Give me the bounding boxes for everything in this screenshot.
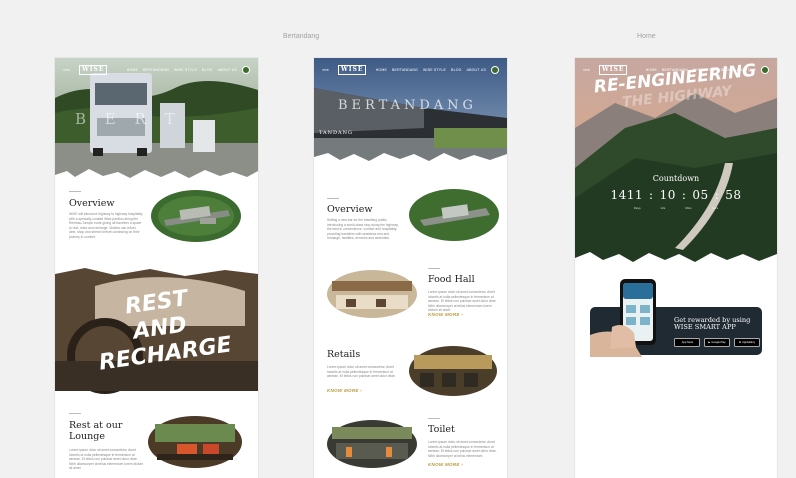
retails-text: Lorem ipsum dolor sit amet consectetur. …: [327, 365, 396, 379]
nav-item-home[interactable]: HOME: [646, 68, 657, 72]
nav-item-home[interactable]: HOME: [376, 68, 387, 72]
artboard-home: RE-ENGINEERING THE HIGHWAY Countdown 141…: [575, 58, 777, 478]
countdown-days: 1411: [610, 188, 644, 202]
retails-know-more-link[interactable]: KNOW MORE ›: [327, 388, 362, 393]
lounge-title: Rest at our Lounge: [69, 420, 123, 442]
torn-edge-divider: [314, 153, 507, 166]
nav-item-blog[interactable]: BLOG: [451, 68, 462, 72]
countdown-title: Countdown: [652, 174, 700, 183]
countdown-minutes: 05: [692, 188, 709, 202]
nav-item-wise-style[interactable]: WISE STYLE: [693, 68, 716, 72]
store-badges: App Store ▶ Google Play ✿ AppGallery: [674, 338, 760, 347]
section-rule: [428, 268, 440, 269]
nav-item-blog[interactable]: BLOG: [202, 68, 213, 72]
artboard-bertandang-2: BERTANDANG TANDANG THE WISE HOME BERTAND…: [314, 58, 507, 478]
countdown-units: Days Hrs Mins Secs: [633, 206, 719, 210]
food-hall-know-more-link[interactable]: KNOW MORE ›: [428, 312, 463, 317]
overview-title: Overview: [327, 204, 373, 215]
wise-logo[interactable]: THE WISE: [63, 65, 108, 75]
arrow-right-icon: ›: [360, 388, 363, 393]
language-icon[interactable]: [242, 66, 250, 74]
overview-aerial-image: [150, 188, 242, 244]
nav-item-bertandang[interactable]: BERTANDANG: [662, 68, 688, 72]
retails-image: [408, 345, 498, 397]
nav-item-about[interactable]: ABOUT US: [737, 68, 756, 72]
nav-item-bertandang[interactable]: BERTANDANG: [143, 68, 169, 72]
toilet-text: Lorem ipsum dolor sit amet consectetur. …: [428, 440, 497, 458]
hero-title-text: BERTANDANG: [338, 98, 477, 113]
arrow-right-icon: ›: [461, 462, 464, 467]
top-nav: THE WISE HOME BERTANDANG WISE STYLE BLOG…: [322, 64, 499, 76]
torn-edge-divider: [575, 252, 777, 270]
play-icon: ▶: [708, 341, 711, 344]
frame-label-home: Home: [637, 33, 656, 40]
section-rule: [69, 413, 81, 414]
food-hall-image: [326, 269, 418, 319]
toilet-know-more-link[interactable]: KNOW MORE ›: [428, 462, 463, 467]
wise-logo[interactable]: THE WISE: [583, 65, 628, 75]
food-hall-title: Food Hall: [428, 274, 475, 285]
reward-text: Get rewarded by using WISE SMART APP: [674, 316, 751, 331]
torn-edge-divider: [55, 169, 258, 183]
language-icon[interactable]: [761, 66, 769, 74]
section-rule: [428, 418, 440, 419]
nav-menu: HOME BERTANDANG WISE STYLE BLOG ABOUT US: [376, 66, 499, 74]
toilet-title: Toilet: [428, 424, 455, 435]
wise-logo[interactable]: THE WISE: [322, 65, 367, 75]
nav-menu: HOME BERTANDANG WISE STYLE BLOG ABOUT US: [127, 66, 250, 74]
phone-in-hand-image: [590, 279, 656, 357]
overview-text: Setting a new bar for the travelling pub…: [327, 218, 399, 241]
food-hall-text: Lorem ipsum dolor sit amet consectetur. …: [428, 290, 497, 313]
language-icon[interactable]: [491, 66, 499, 74]
hero-trucks: B E R T: [55, 58, 258, 183]
app-reward-banner[interactable]: Get rewarded by using WISE SMART APP App…: [590, 279, 762, 357]
hero-title-text: B E R T: [75, 110, 182, 128]
retails-title: Retails: [327, 349, 361, 360]
lounge-text: Lorem ipsum dolor sit amet consectetur. …: [69, 448, 144, 471]
toilet-image: [326, 419, 418, 469]
nav-item-wise-style[interactable]: WISE STYLE: [423, 68, 446, 72]
huawei-icon: ✿: [738, 341, 742, 344]
countdown-seconds: 58: [725, 188, 742, 202]
nav-item-home[interactable]: HOME: [127, 68, 138, 72]
section-rule: [69, 191, 81, 192]
hero-sign-text: TANDANG: [319, 130, 354, 136]
countdown-timer: 1411 : 10 : 05 : 58: [610, 188, 742, 202]
overview-text: WISE will introduce highway to highway h…: [69, 212, 143, 239]
section-rule: [327, 198, 339, 199]
frame-label-bertandang: Bertandang: [283, 33, 320, 40]
nav-item-bertandang[interactable]: BERTANDANG: [392, 68, 418, 72]
nav-item-blog[interactable]: BLOG: [721, 68, 732, 72]
app-gallery-button[interactable]: ✿ AppGallery: [734, 338, 760, 347]
lounge-image: [147, 414, 243, 470]
app-store-button[interactable]: App Store: [674, 338, 700, 347]
nav-menu: HOME BERTANDANG WISE STYLE BLOG ABOUT US: [646, 66, 769, 74]
hero-mountains: RE-ENGINEERING THE HIGHWAY Countdown 141…: [575, 58, 777, 270]
top-nav: THE WISE HOME BERTANDANG WISE STYLE BLOG…: [63, 64, 250, 76]
nav-item-about[interactable]: ABOUT US: [467, 68, 486, 72]
google-play-button[interactable]: ▶ Google Play: [704, 338, 730, 347]
countdown-hours: 10: [659, 188, 676, 202]
artboard-bertandang-1: B E R T THE WISE HOME BERTANDANG WISE ST…: [55, 58, 258, 478]
overview-aerial-image: [408, 188, 500, 243]
arrow-right-icon: ›: [461, 312, 464, 317]
nav-item-about[interactable]: ABOUT US: [218, 68, 237, 72]
nav-item-wise-style[interactable]: WISE STYLE: [174, 68, 197, 72]
top-nav: THE WISE HOME BERTANDANG WISE STYLE BLOG…: [583, 64, 769, 76]
overview-title: Overview: [69, 198, 115, 209]
rest-recharge-banner: REST AND RECHARGE: [55, 266, 258, 394]
